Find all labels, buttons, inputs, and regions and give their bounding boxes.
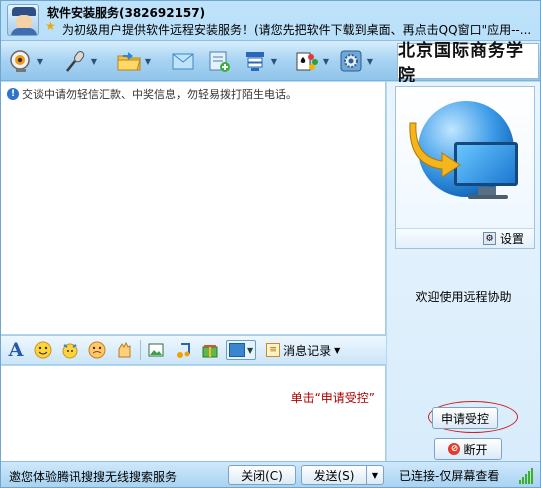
remote-settings-button[interactable]: ⚙ 设置 xyxy=(396,228,534,248)
disconnect-button[interactable]: ⊘ 断开 xyxy=(434,438,502,460)
screenshot-button[interactable]: ▼ xyxy=(226,340,257,360)
connection-status: 已连接-仅屏幕查看 xyxy=(399,469,500,483)
chevron-down-icon[interactable]: ▼ xyxy=(321,46,331,76)
welcome-text: 欢迎使用远程协助 xyxy=(415,290,512,304)
message-record-label: 消息记录 xyxy=(283,343,332,358)
webcam-icon xyxy=(7,47,35,75)
instruction-hint: 单击“申请受控” xyxy=(290,391,375,405)
image-icon[interactable] xyxy=(145,339,167,361)
video-chat-button[interactable]: ▼ xyxy=(7,46,51,76)
doodle-emoji-icon[interactable] xyxy=(86,339,108,361)
remote-assist-illustration xyxy=(396,87,534,228)
qq-chat-window: 软件安装服务(382692157) ★ 为初级用户提供软件远程安装服务！(请您先… xyxy=(0,0,541,488)
chevron-down-icon: ▼ xyxy=(334,345,341,355)
mail-icon xyxy=(169,47,197,75)
message-record-button[interactable]: ≡ 消息记录 ▼ xyxy=(266,342,340,359)
settings-button[interactable]: ▼ xyxy=(337,46,381,76)
remote-assist-card: ⚙ 设置 xyxy=(395,86,535,249)
add-contact-icon xyxy=(205,47,233,75)
school-logo-banner[interactable]: 北京国际商务学院 xyxy=(397,41,539,86)
signal-icon xyxy=(519,468,535,484)
apps-button[interactable]: ▼ xyxy=(293,46,337,76)
format-toolbar: A ▼ ≡ 消息记录 ▼ xyxy=(1,335,386,365)
stop-icon: ⊘ xyxy=(448,443,461,455)
chat-header: 软件安装服务(382692157) ★ 为初级用户提供软件远程安装服务！(请您先… xyxy=(1,1,540,39)
chevron-down-icon[interactable]: ▼ xyxy=(143,46,153,76)
gift-icon[interactable] xyxy=(199,339,221,361)
contact-avatar[interactable] xyxy=(7,4,39,36)
remote-assist-panel: ⚙ 设置 欢迎使用远程协助 申请受控 ⊘ 断开 xyxy=(387,82,540,461)
settings-icon: ⚙ xyxy=(482,232,496,245)
folder-icon xyxy=(115,47,143,75)
magic-emoji-icon[interactable] xyxy=(59,339,81,361)
chevron-down-icon[interactable]: ▼ xyxy=(89,46,99,76)
divider xyxy=(140,340,141,360)
history-icon: ≡ xyxy=(266,343,281,357)
contact-name: 软件安装服务(382692157) xyxy=(47,6,206,20)
emoji-smile-icon[interactable] xyxy=(32,339,54,361)
send-button[interactable]: 发送(S) xyxy=(301,465,367,485)
send-options-chevron-icon[interactable]: ▼ xyxy=(366,465,384,485)
info-icon: ! xyxy=(7,88,19,100)
security-notice: ! 交谈中请勿轻信汇款、中奖信息，勿轻易拨打陌生电话。 xyxy=(7,86,297,102)
games-icon xyxy=(293,47,321,75)
apply-control-button[interactable]: 申请受控 xyxy=(432,407,498,429)
voice-chat-button[interactable]: ▼ xyxy=(61,46,105,76)
chevron-down-icon[interactable]: ▼ xyxy=(247,346,253,355)
send-file-button[interactable]: ▼ xyxy=(115,46,159,76)
ad-link[interactable]: 邀您体验腾讯搜搜无线搜索服务 xyxy=(9,468,177,485)
shake-window-icon[interactable] xyxy=(113,339,135,361)
bottom-bar: 邀您体验腾讯搜搜无线搜索服务 关闭(C) 发送(S) ▼ 已连接-仅屏幕查看 xyxy=(1,461,540,487)
chat-history-pane[interactable]: ! 交谈中请勿轻信汇款、中奖信息，勿轻易拨打陌生电话。 xyxy=(1,82,386,334)
message-input[interactable]: 单击“申请受控” xyxy=(1,366,386,461)
star-icon: ★ xyxy=(45,19,56,33)
remote-icon xyxy=(241,47,269,75)
settings-label: 设置 xyxy=(499,232,524,246)
chevron-down-icon[interactable]: ▼ xyxy=(269,46,279,76)
disconnect-label: 断开 xyxy=(463,442,488,457)
screenshot-icon xyxy=(229,343,245,357)
toolbar: ▼ ▼ ▼ ▼ ▼ ▼ 北京国际商务学院 xyxy=(1,40,540,86)
chevron-down-icon[interactable]: ▼ xyxy=(35,46,45,76)
font-icon[interactable]: A xyxy=(5,339,27,361)
microphone-icon xyxy=(61,47,89,75)
chevron-down-icon[interactable]: ▼ xyxy=(365,46,375,76)
gear-icon xyxy=(337,47,365,75)
security-notice-text: 交谈中请勿轻信汇款、中奖信息，勿轻易拨打陌生电话。 xyxy=(22,88,297,101)
close-button[interactable]: 关闭(C) xyxy=(228,465,296,485)
music-icon[interactable] xyxy=(172,339,194,361)
remote-assist-button[interactable]: ▼ xyxy=(241,46,285,76)
